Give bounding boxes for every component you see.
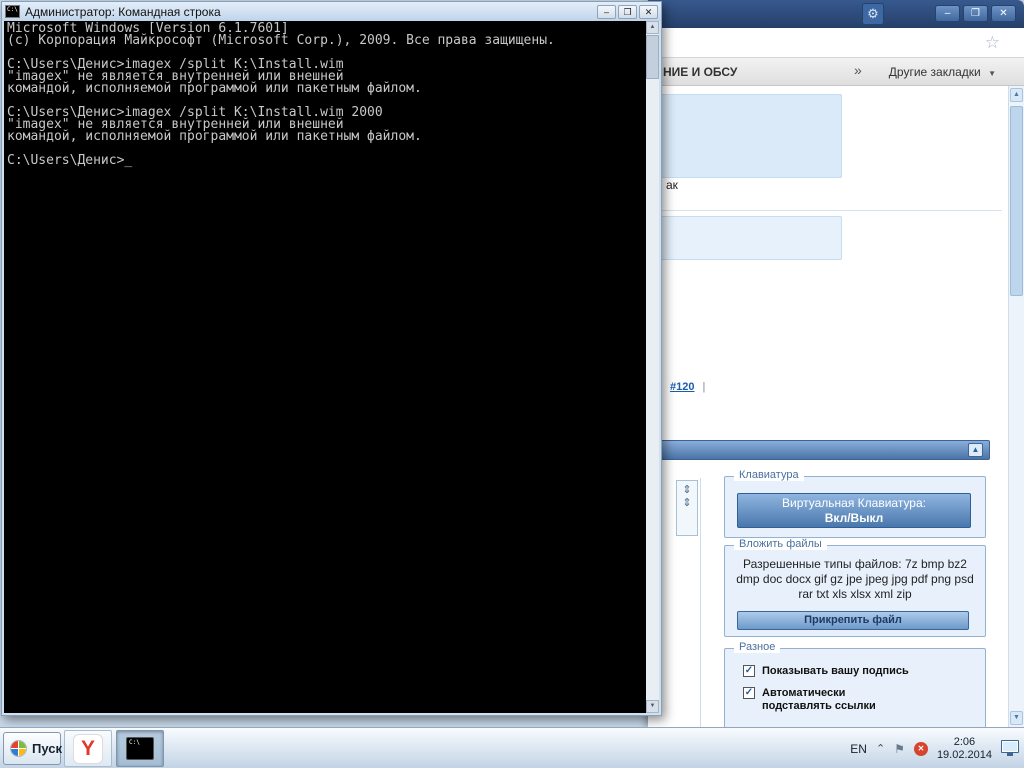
- windows-logo-red: [11, 741, 18, 748]
- clock-date: 19.02.2014: [937, 749, 992, 762]
- show-signature-option[interactable]: ✓ Показывать вашу подпись: [743, 665, 968, 678]
- show-signature-label: Показывать вашу подпись: [762, 665, 909, 678]
- post-number-line: #120 |: [670, 381, 705, 393]
- network-monitor-icon[interactable]: [1001, 740, 1019, 753]
- page-scrollbar-thumb[interactable]: [1010, 106, 1023, 296]
- start-button[interactable]: Пуск: [3, 732, 61, 765]
- post-separator: |: [703, 381, 706, 393]
- scroll-down-icon[interactable]: ▼: [646, 700, 659, 713]
- console-prompt-line: C:\Users\Денис>_: [7, 155, 643, 167]
- scroll-up-icon[interactable]: ▲: [1010, 88, 1023, 102]
- post-number-link[interactable]: #120: [670, 381, 694, 393]
- taskbar-item-cmd-active[interactable]: C:\: [116, 730, 164, 767]
- cmd-window-controls: – ❐ ✕: [597, 5, 658, 19]
- bookmark-item[interactable]: НИЕ И ОБСУ: [663, 65, 737, 79]
- auto-link-option[interactable]: ✓ Автоматически подставлять ссылки: [743, 687, 918, 713]
- browser-minimize-button[interactable]: –: [935, 5, 960, 22]
- page-panel: [660, 94, 842, 178]
- system-tray: EN ⌃ ⚑ ✕ 2:06 19.02.2014: [850, 728, 1019, 768]
- auto-link-label: Автоматически подставлять ссылки: [762, 687, 918, 713]
- cmd-restore-button[interactable]: ❐: [618, 5, 637, 19]
- page-panel: [660, 216, 842, 260]
- windows-logo-yellow: [19, 749, 26, 756]
- keyboard-panel-legend: Клавиатура: [734, 469, 804, 481]
- resize-vertical-icon: ⇕: [677, 497, 697, 510]
- editor-resize-handle[interactable]: ⇕ ⇕: [676, 480, 698, 536]
- show-hidden-icons-icon[interactable]: ⌃: [876, 742, 885, 755]
- browser-close-button[interactable]: ✕: [991, 5, 1016, 22]
- cmd-minimize-button[interactable]: –: [597, 5, 616, 19]
- collapse-section-button[interactable]: ▲: [968, 443, 983, 457]
- windows-logo-green: [19, 741, 26, 748]
- console-output[interactable]: Microsoft Windows [Version 6.1.7601] (c)…: [4, 21, 646, 713]
- console-scrollbar[interactable]: ▲ ▼: [646, 21, 659, 713]
- bookmarks-overflow-icon[interactable]: »: [854, 62, 862, 78]
- start-button-label: Пуск: [32, 741, 62, 756]
- page-scrollbar[interactable]: ▲ ▼: [1008, 86, 1024, 727]
- page-divider: [658, 210, 1002, 211]
- virtual-keyboard-toggle-button[interactable]: Виртуальная Клавиатура: Вкл/Выкл: [737, 493, 971, 528]
- dropdown-caret-icon: ▼: [988, 69, 996, 78]
- forum-page: ак #120 | ▲ ⇕ ⇕ Клавиатура Виртуальная К…: [648, 86, 1008, 727]
- cmd-system-icon[interactable]: C:\: [5, 5, 20, 18]
- clock-time: 2:06: [937, 736, 992, 749]
- allowed-file-types-text: Разрешенные типы файлов: 7z bmp bz2 dmp …: [735, 557, 975, 602]
- cmd-titlebar[interactable]: C:\ Администратор: Командная строка – ❐ …: [2, 2, 661, 21]
- taskbar: Пуск Y C:\ EN ⌃ ⚑ ✕ 2:06 19.02.2014: [0, 727, 1024, 768]
- gear-icon[interactable]: ⚙: [862, 3, 884, 25]
- console-line: командой, исполняемой программой или пак…: [7, 83, 643, 95]
- browser-window: ⚙ – ❐ ✕ ☆ НИЕ И ОБСУ » Другие закладки ▼…: [648, 0, 1024, 727]
- console-scrollbar-thumb[interactable]: [646, 35, 659, 79]
- action-center-flag-icon[interactable]: ⚑: [894, 742, 905, 756]
- cmd-window: C:\ Администратор: Командная строка – ❐ …: [1, 1, 662, 716]
- error-status-icon[interactable]: ✕: [914, 742, 928, 756]
- taskbar-clock[interactable]: 2:06 19.02.2014: [937, 736, 992, 762]
- other-bookmarks-label: Другие закладки: [889, 65, 981, 79]
- yandex-browser-icon: Y: [73, 734, 103, 764]
- misc-options-panel: Разное ✓ Показывать вашу подпись ✓ Автом…: [724, 648, 986, 727]
- misc-panel-legend: Разное: [734, 641, 780, 653]
- attach-panel-legend: Вложить файлы: [734, 538, 827, 550]
- bookmark-star-icon[interactable]: ☆: [985, 33, 1000, 53]
- browser-maximize-button[interactable]: ❐: [963, 5, 988, 22]
- taskbar-item-yandex-browser[interactable]: Y: [64, 730, 112, 767]
- cmd-taskbar-icon: C:\: [126, 737, 154, 760]
- editor-panel-divider: [700, 478, 701, 727]
- windows-logo-icon: [10, 740, 27, 757]
- forum-section-header: ▲: [660, 440, 990, 460]
- browser-titlebar[interactable]: ⚙ – ❐ ✕: [648, 0, 1024, 28]
- other-bookmarks-button[interactable]: Другие закладки ▼: [889, 65, 996, 79]
- bookmarks-bar: НИЕ И ОБСУ » Другие закладки ▼: [648, 58, 1024, 86]
- attach-files-panel: Вложить файлы Разрешенные типы файлов: 7…: [724, 545, 986, 637]
- virtual-keyboard-button-line2: Вкл/Выкл: [738, 511, 970, 526]
- show-signature-checkbox[interactable]: ✓: [743, 665, 755, 677]
- cmd-window-title: Администратор: Командная строка: [25, 5, 592, 19]
- windows-logo-blue: [11, 749, 18, 756]
- scroll-down-icon[interactable]: ▼: [1010, 711, 1023, 725]
- language-indicator[interactable]: EN: [850, 742, 867, 756]
- cmd-close-button[interactable]: ✕: [639, 5, 658, 19]
- virtual-keyboard-button-line1: Виртуальная Клавиатура:: [738, 496, 970, 511]
- page-text-snippet: ак: [666, 178, 678, 192]
- browser-window-controls: – ❐ ✕: [935, 5, 1016, 22]
- attach-file-button[interactable]: Прикрепить файл: [737, 611, 969, 630]
- console-line: командой, исполняемой программой или пак…: [7, 131, 643, 143]
- scroll-up-icon[interactable]: ▲: [646, 21, 659, 34]
- keyboard-panel: Клавиатура Виртуальная Клавиатура: Вкл/В…: [724, 476, 986, 538]
- auto-link-checkbox[interactable]: ✓: [743, 687, 755, 699]
- console-line: (c) Корпорация Майкрософт (Microsoft Cor…: [7, 35, 643, 47]
- browser-omnibox[interactable]: ☆: [648, 28, 1024, 58]
- resize-vertical-icon: ⇕: [677, 484, 697, 497]
